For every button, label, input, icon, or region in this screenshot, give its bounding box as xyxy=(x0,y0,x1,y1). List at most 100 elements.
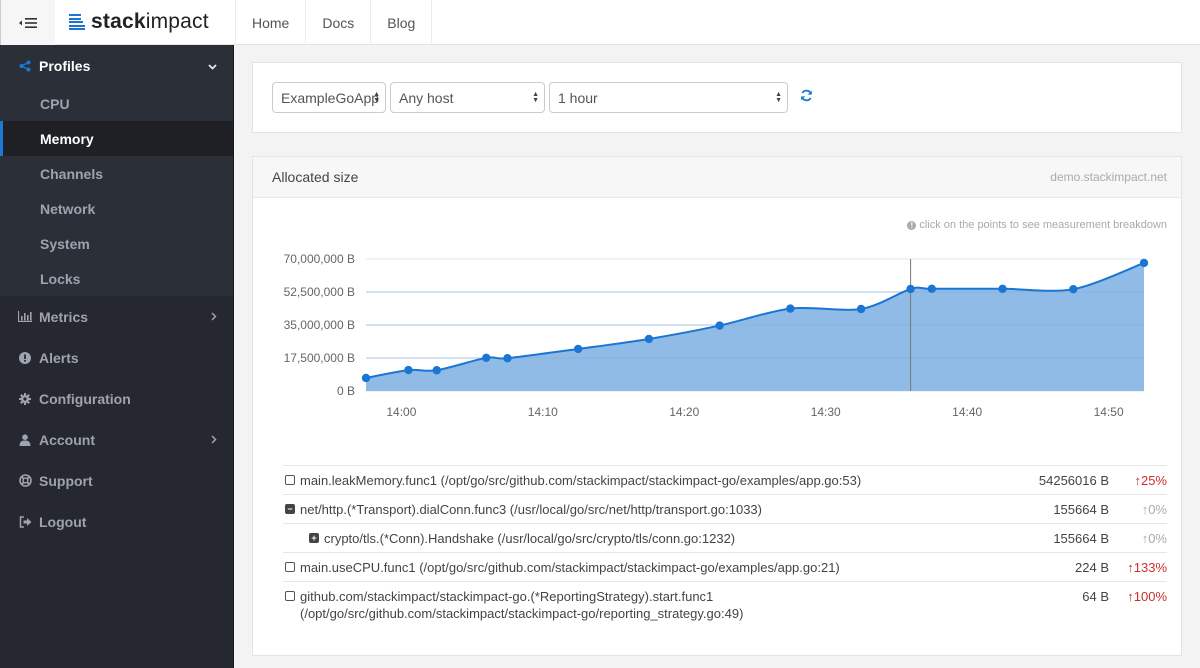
select-arrows-icon: ▲ ▼ xyxy=(373,90,380,104)
collapse-menu-icon xyxy=(19,17,37,28)
chevron-right-icon xyxy=(211,310,217,324)
stackimpact-logo-icon xyxy=(69,14,85,30)
host-select-value: Any host xyxy=(399,89,454,106)
y-tick-label: 0 B xyxy=(337,384,355,398)
data-point[interactable] xyxy=(482,353,491,363)
breakdown-row[interactable]: main.useCPU.func1 (/opt/go/src/github.co… xyxy=(283,553,1167,582)
sidebar-item-memory[interactable]: Memory xyxy=(0,121,233,156)
sidebar-item-locks[interactable]: Locks xyxy=(0,261,233,296)
x-tick-label: 14:10 xyxy=(528,405,558,419)
sidebar-item-cpu[interactable]: CPU xyxy=(0,86,233,121)
nav-home[interactable]: Home xyxy=(236,0,307,45)
info-icon: ! xyxy=(907,221,917,230)
sidebar-item-profiles[interactable]: Profiles xyxy=(0,45,233,86)
nav-blog[interactable]: Blog xyxy=(371,0,433,45)
data-point[interactable] xyxy=(361,373,371,383)
function-name: crypto/tls.(*Conn).Handshake (/usr/local… xyxy=(324,531,736,546)
allocated-size-chart[interactable]: 0 B 17,500,000 B 35,000,000 B 52,500,000 B 7… xyxy=(253,235,1181,465)
breakdown-row[interactable]: − net/http.(*Transport).dialConn.func3 (/… xyxy=(283,495,1167,524)
panel-title: Allocated size xyxy=(272,169,359,185)
sidebar-item-alerts[interactable]: Alerts xyxy=(0,337,233,378)
sidebar-item-configuration[interactable]: Configuration xyxy=(0,378,233,419)
select-arrows-icon: ▲ ▼ xyxy=(532,90,539,104)
chart-area: 0 B 17,500,000 B 35,000,000 B 52,500,000 B 7… xyxy=(253,235,1181,465)
breakdown-row[interactable]: main.leakMemory.func1 (/opt/go/src/githu… xyxy=(283,466,1167,495)
app-select-value: ExampleGoApp xyxy=(281,89,380,106)
sidebar-item-label: Logout xyxy=(39,513,87,530)
function-name: main.useCPU.func1 (/opt/go/src/github.co… xyxy=(300,560,840,575)
data-point[interactable] xyxy=(573,344,583,354)
sidebar-item-label: Profiles xyxy=(39,57,91,74)
breakdown-row[interactable]: github.com/stackimpact/stackimpact-go.(*… xyxy=(283,582,1167,627)
panel-header: Allocated size demo.stackimpact.net xyxy=(253,157,1181,198)
collapse-minus-icon[interactable]: − xyxy=(285,504,295,514)
data-point[interactable] xyxy=(927,284,937,293)
sidebar-item-label: Support xyxy=(39,472,93,489)
checkbox-empty-icon[interactable] xyxy=(285,591,295,601)
x-tick-label: 14:00 xyxy=(386,405,416,419)
data-point[interactable] xyxy=(1069,284,1078,294)
data-point[interactable] xyxy=(906,284,915,294)
host-select[interactable]: Any host ▲ ▼ xyxy=(390,82,545,113)
sidebar-item-metrics[interactable]: Metrics xyxy=(0,296,233,337)
y-tick-label: 52,500,000 B xyxy=(284,285,355,299)
panel-site: demo.stackimpact.net xyxy=(1050,170,1167,184)
data-point[interactable] xyxy=(432,366,441,375)
sidebar-item-label: Metrics xyxy=(39,308,89,325)
app-select[interactable]: ExampleGoApp ▲ ▼ xyxy=(272,82,386,113)
sidebar-item-channels[interactable]: Channels xyxy=(0,156,233,191)
data-point[interactable] xyxy=(715,321,724,330)
data-point[interactable] xyxy=(644,334,654,344)
allocated-bytes: 64 B xyxy=(1082,589,1109,604)
y-tick-label: 35,000,000 B xyxy=(284,318,355,332)
checkbox-empty-icon[interactable] xyxy=(285,562,295,572)
brand-logo[interactable]: stackimpact xyxy=(55,0,235,44)
sidebar-item-label: Alerts xyxy=(39,349,79,366)
nav-docs[interactable]: Docs xyxy=(306,0,372,45)
data-point[interactable] xyxy=(1139,258,1149,268)
exclamation-circle-icon xyxy=(18,351,32,364)
sidebar-item-label: Configuration xyxy=(39,390,131,407)
y-tick-label: 17,500,000 B xyxy=(284,351,355,365)
allocated-bytes: 54256016 B xyxy=(1038,473,1109,488)
sidebar-toggle-button[interactable] xyxy=(0,0,55,45)
chart-hint: ! click on the points to see measurement … xyxy=(253,219,1181,235)
sidebar-item-label: Account xyxy=(39,431,95,448)
series-area xyxy=(366,262,1144,391)
checkbox-empty-icon[interactable] xyxy=(285,475,295,485)
change-percent: ↑100% xyxy=(1127,589,1167,604)
profiles-submenu: CPU Memory Channels Network System Locks xyxy=(0,86,233,296)
sidebar-item-system[interactable]: System xyxy=(0,226,233,261)
data-point[interactable] xyxy=(786,304,795,313)
top-header: stackimpact Home Docs Blog xyxy=(0,0,1200,45)
function-name: net/http.(*Transport).dialConn.func3 (/u… xyxy=(300,502,762,517)
refresh-icon[interactable] xyxy=(800,89,813,106)
data-point[interactable] xyxy=(998,284,1007,293)
sidebar: Profiles CPU Memory Channels Network Sys… xyxy=(0,45,234,668)
function-name: main.leakMemory.func1 (/opt/go/src/githu… xyxy=(300,473,862,488)
sidebar-item-support[interactable]: Support xyxy=(0,460,233,501)
x-tick-label: 14:20 xyxy=(669,405,699,419)
expand-plus-icon[interactable]: + xyxy=(309,533,319,543)
change-percent: ↑0% xyxy=(1141,502,1167,517)
life-ring-icon xyxy=(18,474,32,487)
data-point[interactable] xyxy=(503,353,512,363)
data-point[interactable] xyxy=(404,365,413,375)
select-arrows-icon: ▲ ▼ xyxy=(775,90,782,104)
change-percent: ↑25% xyxy=(1134,473,1167,488)
user-icon xyxy=(18,433,32,446)
top-nav: Home Docs Blog xyxy=(235,0,433,45)
x-tick-label: 14:40 xyxy=(952,405,982,419)
sidebar-item-logout[interactable]: Logout xyxy=(0,501,233,542)
period-select-value: 1 hour xyxy=(558,89,598,106)
sidebar-item-network[interactable]: Network xyxy=(0,191,233,226)
data-point[interactable] xyxy=(856,304,866,314)
brand-name: stackimpact xyxy=(91,10,209,33)
filter-bar: ExampleGoApp ▲ ▼ Any host ▲ ▼ 1 hour ▲ ▼ xyxy=(252,62,1182,133)
breakdown-row[interactable]: + crypto/tls.(*Conn).Handshake (/usr/loca… xyxy=(283,524,1167,553)
bar-chart-icon xyxy=(18,311,32,322)
chevron-right-icon xyxy=(211,433,217,447)
period-select[interactable]: 1 hour ▲ ▼ xyxy=(549,82,788,113)
sidebar-item-account[interactable]: Account xyxy=(0,419,233,460)
allocated-bytes: 155664 B xyxy=(1053,502,1109,517)
